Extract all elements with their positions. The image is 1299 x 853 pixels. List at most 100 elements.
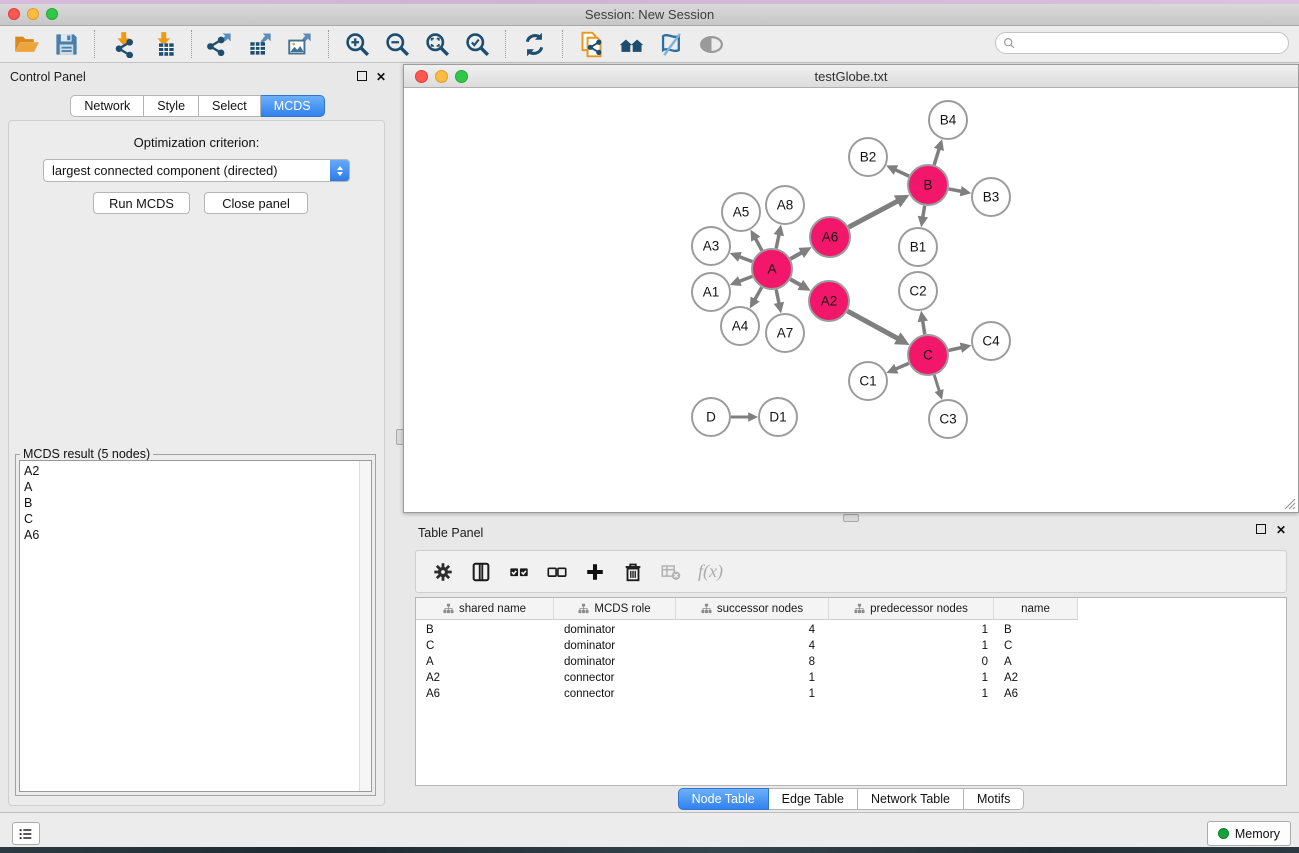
- cell[interactable]: connector: [554, 686, 676, 702]
- cell[interactable]: 1: [829, 686, 994, 702]
- tab-network[interactable]: Network: [70, 95, 144, 117]
- zoom-in-button[interactable]: [337, 28, 377, 60]
- app-titlebar[interactable]: Session: New Session: [0, 4, 1299, 26]
- graph-edge-A-A5[interactable]: [755, 238, 762, 251]
- hide-selected-button[interactable]: [651, 28, 691, 60]
- cell[interactable]: B: [416, 622, 554, 638]
- graph-edge-A6-B[interactable]: [849, 201, 899, 227]
- close-panel-icon[interactable]: ✕: [376, 71, 386, 83]
- delete-columns-button[interactable]: [620, 559, 646, 585]
- cell[interactable]: A: [994, 654, 1078, 670]
- cell[interactable]: A6: [994, 686, 1078, 702]
- mcds-result-item[interactable]: C: [24, 511, 371, 527]
- search-box[interactable]: [995, 32, 1289, 54]
- export-network-button[interactable]: [200, 28, 240, 60]
- graph-edge-B-B3[interactable]: [949, 189, 963, 192]
- network-window-titlebar[interactable]: testGlobe.txt: [404, 65, 1298, 88]
- export-table-button[interactable]: [240, 28, 280, 60]
- cell[interactable]: connector: [554, 670, 676, 686]
- table-close-icon[interactable]: ✕: [1276, 524, 1286, 536]
- resize-grip-icon[interactable]: [1283, 497, 1296, 510]
- search-input[interactable]: [1020, 33, 1288, 53]
- cell[interactable]: 4: [676, 622, 829, 638]
- column-header-successor-nodes[interactable]: successor nodes: [676, 598, 829, 620]
- cell[interactable]: 4: [676, 638, 829, 654]
- cell[interactable]: 0: [829, 654, 994, 670]
- column-header-predecessor-nodes[interactable]: predecessor nodes: [829, 598, 994, 620]
- graph-edge-A-A7[interactable]: [776, 290, 779, 305]
- settings-gear-button[interactable]: [430, 559, 456, 585]
- cell[interactable]: 1: [829, 670, 994, 686]
- show-all-button[interactable]: [691, 28, 731, 60]
- tab-edge-table[interactable]: Edge Table: [769, 788, 858, 810]
- cell[interactable]: 8: [676, 654, 829, 670]
- graph-edge-A-A3[interactable]: [738, 256, 752, 261]
- cell[interactable]: A2: [994, 670, 1078, 686]
- graph-edge-B-B2[interactable]: [895, 169, 909, 176]
- table-row[interactable]: A6connector11A6: [416, 686, 1286, 702]
- tab-select[interactable]: Select: [199, 95, 261, 117]
- cell[interactable]: C: [416, 638, 554, 654]
- import-table-button[interactable]: [143, 28, 183, 60]
- save-button[interactable]: [46, 28, 86, 60]
- cell[interactable]: 1: [829, 638, 994, 654]
- show-columns-button[interactable]: [506, 559, 532, 585]
- float-panel-icon[interactable]: [357, 71, 367, 83]
- graph-edge-C-C4[interactable]: [948, 347, 962, 350]
- tab-motifs[interactable]: Motifs: [964, 788, 1024, 810]
- add-column-button[interactable]: [582, 559, 608, 585]
- mcds-result-item[interactable]: B: [24, 495, 371, 511]
- tab-mcds[interactable]: MCDS: [261, 95, 325, 117]
- cell[interactable]: dominator: [554, 654, 676, 670]
- column-header-name[interactable]: name: [994, 598, 1078, 620]
- scrollbar-track[interactable]: [359, 461, 371, 791]
- network-view-window[interactable]: testGlobe.txt B4B2BB3A8A5A6A3B1AA1C2A2A4…: [403, 64, 1299, 513]
- graph-edge-B-B1[interactable]: [923, 206, 925, 218]
- cell[interactable]: B: [994, 622, 1078, 638]
- zoom-out-button[interactable]: [377, 28, 417, 60]
- cell[interactable]: 1: [676, 686, 829, 702]
- table-row[interactable]: Adominator80A: [416, 654, 1286, 670]
- network-canvas[interactable]: B4B2BB3A8A5A6A3B1AA1C2A2A4A7C4CC1C3DD1: [404, 88, 1298, 512]
- tab-style[interactable]: Style: [144, 95, 199, 117]
- hide-columns-button[interactable]: [544, 559, 570, 585]
- cell[interactable]: A2: [416, 670, 554, 686]
- cell[interactable]: dominator: [554, 638, 676, 654]
- task-history-button[interactable]: [12, 822, 40, 845]
- column-header-shared-name[interactable]: shared name: [416, 598, 554, 620]
- cell[interactable]: A6: [416, 686, 554, 702]
- run-mcds-button[interactable]: Run MCDS: [93, 192, 190, 214]
- mcds-result-list[interactable]: A2ABCA6: [19, 460, 372, 792]
- cell[interactable]: 1: [829, 622, 994, 638]
- graph-edge-B-B4[interactable]: [934, 148, 939, 165]
- graph-edge-A-A1[interactable]: [738, 276, 752, 281]
- graph-edge-A-A4[interactable]: [754, 287, 761, 300]
- mcds-result-item[interactable]: A2: [24, 463, 371, 479]
- column-width-button[interactable]: [468, 559, 494, 585]
- cell[interactable]: 1: [676, 670, 829, 686]
- tab-node-table[interactable]: Node Table: [678, 788, 769, 810]
- new-network-from-selection-button[interactable]: [571, 28, 611, 60]
- export-image-button[interactable]: [280, 28, 320, 60]
- table-row[interactable]: Bdominator41B: [416, 622, 1286, 638]
- criterion-dropdown[interactable]: largest connected component (directed): [43, 159, 350, 182]
- tab-network-table[interactable]: Network Table: [858, 788, 964, 810]
- first-neighbors-button[interactable]: [611, 28, 651, 60]
- column-header-MCDS-role[interactable]: MCDS role: [554, 598, 676, 620]
- mcds-result-item[interactable]: A6: [24, 527, 371, 543]
- cell[interactable]: A: [416, 654, 554, 670]
- table-row[interactable]: A2connector11A2: [416, 670, 1286, 686]
- cell[interactable]: dominator: [554, 622, 676, 638]
- graph-edge-C-C1[interactable]: [895, 363, 909, 369]
- mcds-result-item[interactable]: A: [24, 479, 371, 495]
- graph-edge-C-C3[interactable]: [934, 375, 939, 392]
- cell[interactable]: C: [994, 638, 1078, 654]
- zoom-selected-button[interactable]: [457, 28, 497, 60]
- refresh-button[interactable]: [514, 28, 554, 60]
- close-panel-button[interactable]: Close panel: [204, 192, 308, 214]
- graph-edge-A-A2[interactable]: [790, 279, 801, 285]
- graph-edge-C-C2[interactable]: [923, 320, 925, 334]
- graph-edge-A-A8[interactable]: [776, 234, 779, 249]
- table-float-icon[interactable]: [1256, 524, 1266, 536]
- import-network-button[interactable]: [103, 28, 143, 60]
